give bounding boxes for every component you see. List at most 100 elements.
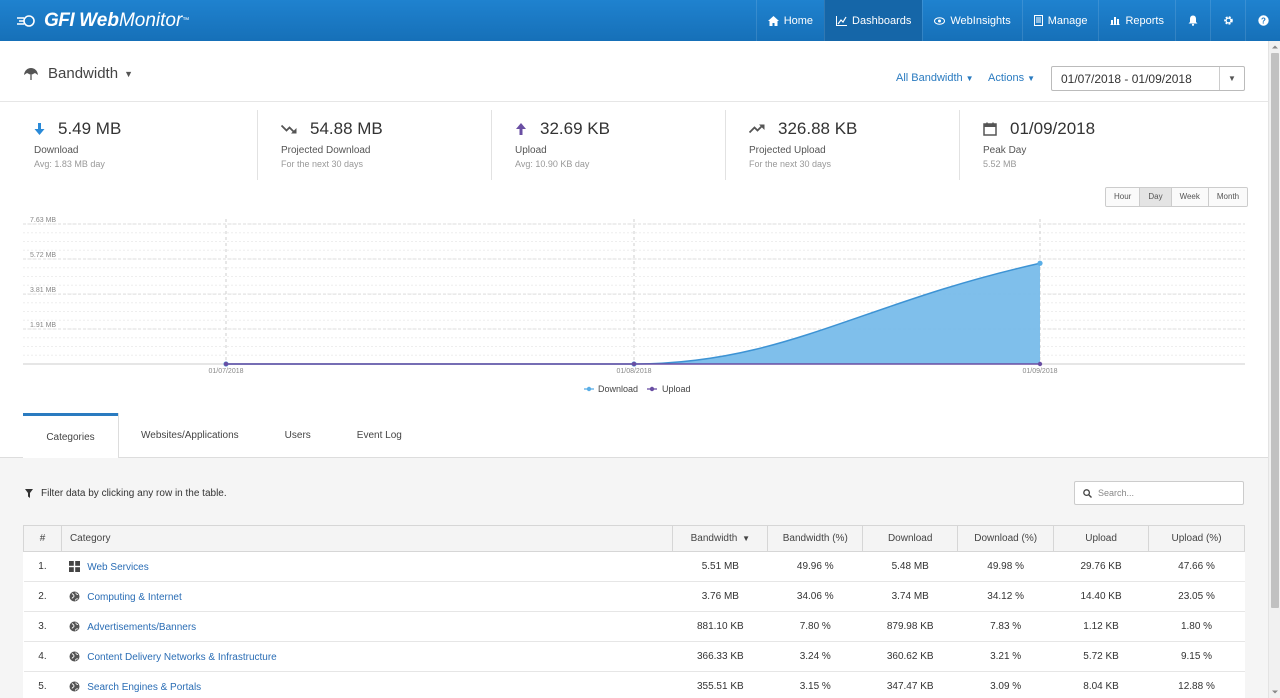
actions-dropdown[interactable]: Actions ▼: [988, 72, 1035, 84]
legend-download-marker: [586, 386, 592, 392]
page-scrollbar[interactable]: [1268, 41, 1280, 698]
brand-part1: GFI: [44, 9, 75, 31]
table-row[interactable]: 4. Content Delivery Networks & Infrastru…: [23, 641, 1245, 672]
download-point[interactable]: [1037, 260, 1043, 266]
col-bandwidth[interactable]: Bandwidth ▼: [672, 525, 769, 552]
search-input[interactable]: [1098, 488, 1238, 498]
category-link[interactable]: Search Engines & Portals: [87, 682, 201, 693]
row-category[interactable]: Advertisements/Banners: [61, 611, 673, 642]
upload-point[interactable]: [1037, 361, 1043, 367]
nav-manage-label: Manage: [1047, 14, 1088, 27]
nav-help[interactable]: ?: [1245, 0, 1280, 41]
cell-bandwidth-pct: 3.15 %: [767, 671, 863, 698]
cell-bandwidth-pct: 3.24 %: [767, 641, 863, 672]
download-area: [226, 263, 1040, 364]
cell-bandwidth-pct: 34.06 %: [767, 581, 863, 612]
table-row[interactable]: 3. Advertisements/Banners 881.10 KB 7.80 %…: [23, 611, 1245, 642]
document-icon: [1033, 15, 1043, 26]
y-tick-label: 7.63 MB: [30, 217, 56, 224]
nav-home[interactable]: Home: [755, 0, 824, 41]
stat-sub: Avg: 10.90 KB day: [515, 159, 590, 169]
row-category[interactable]: Content Delivery Networks & Infrastructu…: [61, 641, 673, 672]
tab-categories[interactable]: Categories: [23, 413, 118, 458]
range-day-button[interactable]: Day: [1139, 188, 1171, 206]
category-link[interactable]: Content Delivery Networks & Infrastructu…: [87, 652, 277, 663]
scrollbar-thumb[interactable]: [1271, 53, 1279, 608]
nav-manage[interactable]: Manage: [1021, 0, 1099, 41]
date-range-value: 01/07/2018 - 01/09/2018: [1061, 71, 1192, 86]
stat-label: Projected Download: [281, 145, 371, 156]
legend-upload-marker: [649, 386, 655, 392]
bar-chart-icon: [1110, 17, 1121, 25]
tab-websites-applications[interactable]: Websites/Applications: [118, 413, 262, 458]
stat-upload: 32.69 KB Upload Avg: 10.90 KB day: [491, 110, 725, 180]
cell-upload-pct: 12.88 %: [1148, 671, 1245, 698]
chevron-down-icon: ▼: [965, 74, 974, 83]
nav-webinsights-label: WebInsights: [950, 14, 1011, 27]
col-upload[interactable]: Upload: [1053, 525, 1150, 552]
col-upload-pct[interactable]: Upload (%): [1148, 525, 1245, 552]
category-link[interactable]: Computing & Internet: [87, 592, 182, 603]
stat-sub: For the next 30 days: [281, 159, 364, 169]
page-title[interactable]: Bandwidth ▼: [23, 65, 133, 82]
globe-icon: [69, 681, 80, 691]
nav-notifications[interactable]: [1175, 0, 1210, 41]
nav-settings[interactable]: [1210, 0, 1245, 41]
cell-download: 360.62 KB: [862, 641, 958, 672]
scroll-down-icon[interactable]: [1269, 686, 1280, 698]
date-range-toggle[interactable]: ▼: [1219, 67, 1244, 90]
all-bandwidth-dropdown[interactable]: All Bandwidth ▼: [896, 72, 974, 84]
time-granularity-group: Hour Day Week Month: [1105, 187, 1249, 207]
nav-webinsights[interactable]: WebInsights: [922, 0, 1021, 41]
cell-bandwidth: 881.10 KB: [672, 611, 768, 642]
date-range-picker[interactable]: 01/07/2018 - 01/09/2018 ▼: [1051, 66, 1245, 91]
tab-event-log[interactable]: Event Log: [334, 413, 425, 458]
globe-icon: [69, 621, 80, 631]
table-header-row: # Category Bandwidth ▼ Bandwidth (%) Dow…: [23, 525, 1245, 552]
bell-icon: [1188, 15, 1198, 26]
legend-upload-label[interactable]: Upload: [662, 384, 691, 394]
legend-download-label[interactable]: Download: [598, 384, 638, 394]
brand-logo[interactable]: GFI Web Monitor ™: [0, 0, 756, 41]
trend-down-icon: [281, 124, 297, 134]
nav-reports[interactable]: Reports: [1098, 0, 1175, 41]
col-category[interactable]: Category: [60, 525, 674, 552]
stat-label: Projected Upload: [749, 145, 826, 156]
row-category[interactable]: Computing & Internet: [61, 581, 673, 612]
cell-bandwidth-pct: 49.96 %: [767, 551, 863, 582]
cell-upload: 1.12 KB: [1053, 611, 1149, 642]
arrow-down-icon: [34, 123, 45, 135]
svg-text:?: ?: [1261, 17, 1266, 26]
scroll-up-icon[interactable]: [1269, 41, 1280, 53]
chart-line-icon: [836, 15, 848, 26]
col-download-pct[interactable]: Download (%): [957, 525, 1055, 552]
stat-label: Download: [34, 145, 79, 156]
category-link[interactable]: Web Services: [87, 562, 149, 573]
col-download[interactable]: Download: [862, 525, 959, 552]
table-row[interactable]: 5. Search Engines & Portals 355.51 KB 3.15…: [23, 671, 1245, 698]
x-tick-label: 01/08/2018: [616, 368, 651, 375]
col-index[interactable]: #: [23, 525, 62, 552]
cell-download: 347.47 KB: [862, 671, 958, 698]
nav-dashboards[interactable]: Dashboards: [824, 0, 923, 41]
row-category[interactable]: Search Engines & Portals: [61, 671, 673, 698]
row-category[interactable]: Web Services: [61, 551, 673, 582]
category-link[interactable]: Advertisements/Banners: [87, 622, 196, 633]
globe-icon: [69, 651, 80, 661]
search-icon: [1083, 488, 1092, 498]
range-month-button[interactable]: Month: [1207, 188, 1248, 206]
range-hour-button[interactable]: Hour: [1106, 188, 1140, 206]
upload-point[interactable]: [223, 361, 229, 367]
table-row[interactable]: 2. Computing & Internet 3.76 MB 34.06 % 3.7…: [23, 581, 1245, 612]
table-row[interactable]: 1. Web Services 5.51 MB 49.96 % 5.48 MB 49.9…: [23, 551, 1245, 582]
cell-upload: 14.40 KB: [1053, 581, 1149, 612]
tab-users[interactable]: Users: [262, 413, 334, 458]
x-tick-label: 01/09/2018: [1022, 368, 1057, 375]
filter-hint-text: Filter data by clicking any row in the t…: [41, 488, 227, 499]
col-bandwidth-pct[interactable]: Bandwidth (%): [767, 525, 864, 552]
upload-point[interactable]: [631, 361, 637, 367]
bandwidth-chart: 7.63 MB 5.72 MB 3.81 MB 1.91 MB 01/07/2018 01…: [23, 217, 1245, 394]
nav-home-label: Home: [783, 14, 814, 27]
range-week-button[interactable]: Week: [1170, 188, 1208, 206]
cell-upload: 8.04 KB: [1053, 671, 1149, 698]
